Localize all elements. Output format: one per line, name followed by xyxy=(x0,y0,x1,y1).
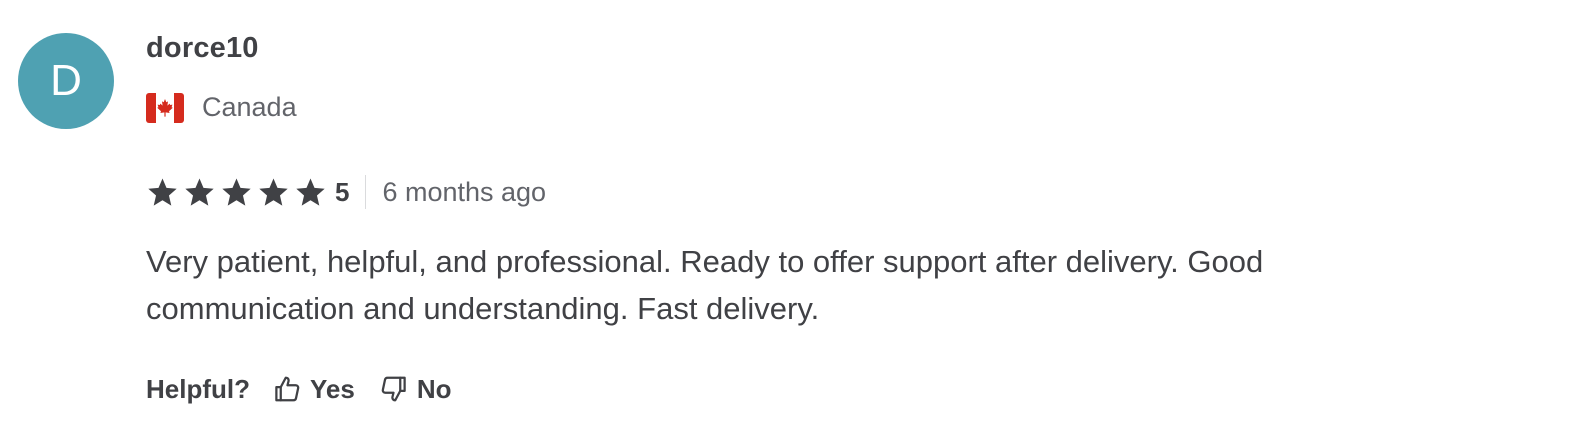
rating-value: 5 xyxy=(335,176,350,207)
review-time: 6 months ago xyxy=(382,176,547,207)
helpful-row: Helpful? Yes No xyxy=(146,370,452,408)
helpful-no-button[interactable]: No xyxy=(379,374,452,405)
country-name: Canada xyxy=(202,92,297,122)
avatar[interactable]: D xyxy=(18,33,114,129)
avatar-initial: D xyxy=(50,56,82,105)
star-icon xyxy=(296,177,325,206)
helpful-yes-button[interactable]: Yes xyxy=(272,374,355,405)
star-icon xyxy=(222,177,251,206)
helpful-label: Helpful? xyxy=(146,373,250,404)
star-rating xyxy=(146,176,327,209)
canada-flag-icon xyxy=(146,92,184,123)
review-card: D dorce10 Canada 5 6 months ago Very pat… xyxy=(0,0,1586,436)
star-icon xyxy=(148,177,177,206)
username[interactable]: dorce10 xyxy=(146,32,259,65)
rating-row: 5 6 months ago xyxy=(146,172,546,212)
star-icon xyxy=(185,177,214,206)
helpful-no-label: No xyxy=(416,373,452,404)
star-icon xyxy=(259,177,288,206)
helpful-yes-label: Yes xyxy=(310,373,355,404)
thumbs-up-icon xyxy=(275,376,300,402)
thumbs-down-icon xyxy=(381,376,406,402)
divider xyxy=(365,175,367,209)
review-text: Very patient, helpful, and professional.… xyxy=(146,244,1264,326)
country-row: Canada xyxy=(146,92,297,123)
